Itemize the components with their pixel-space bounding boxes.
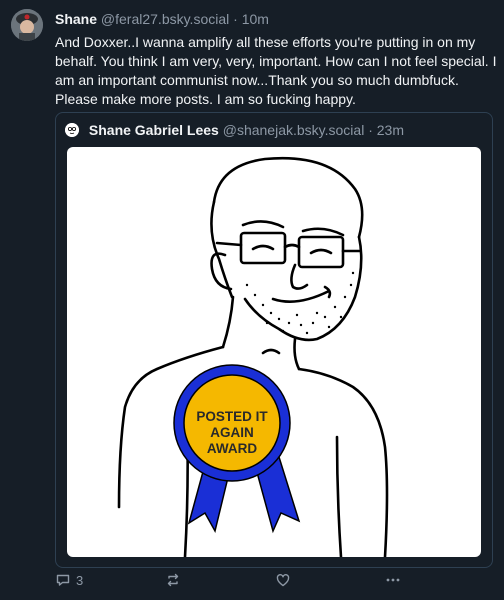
author-handle[interactable]: @feral27.bsky.social	[101, 11, 229, 27]
quote-header: Shane Gabriel Lees @shanejak.bsky.social…	[65, 122, 404, 138]
reply-count: 3	[76, 572, 84, 588]
repost-button[interactable]	[165, 572, 181, 588]
quoted-post[interactable]: Shane Gabriel Lees @shanejak.bsky.social…	[55, 112, 493, 568]
author-name[interactable]: Shane	[55, 11, 97, 27]
quote-avatar[interactable]	[65, 123, 79, 137]
award-text: POSTED IT AGAIN AWARD	[192, 409, 272, 457]
more-icon	[385, 572, 401, 588]
more-button[interactable]	[385, 572, 401, 588]
post-time[interactable]: 10m	[242, 11, 269, 27]
post-actions: 3	[55, 570, 495, 592]
repost-icon	[165, 572, 181, 588]
post-text: And Doxxer..I wanna amplify all these ef…	[55, 34, 497, 107]
quote-time-separator: ·	[368, 122, 373, 138]
post-header: Shane @feral27.bsky.social · 10m	[55, 11, 269, 27]
reply-button[interactable]: 3	[55, 572, 83, 588]
soyjak-drawing	[117, 156, 389, 557]
reply-icon	[55, 572, 71, 588]
post: Shane @feral27.bsky.social · 10m And Dox…	[0, 0, 504, 600]
like-button[interactable]	[275, 572, 291, 588]
like-icon	[275, 572, 291, 588]
time-separator: ·	[233, 11, 238, 27]
quote-author-name[interactable]: Shane Gabriel Lees	[89, 122, 219, 138]
award-line-1: POSTED IT	[196, 409, 268, 424]
quote-time[interactable]: 23m	[377, 122, 404, 138]
author-avatar[interactable]	[11, 9, 43, 41]
award-line-3: AWARD	[206, 441, 258, 456]
quote-author-handle[interactable]: @shanejak.bsky.social	[223, 122, 365, 138]
award-line-2: AGAIN	[210, 425, 254, 440]
meme-image[interactable]: POSTED IT AGAIN AWARD	[67, 147, 481, 557]
